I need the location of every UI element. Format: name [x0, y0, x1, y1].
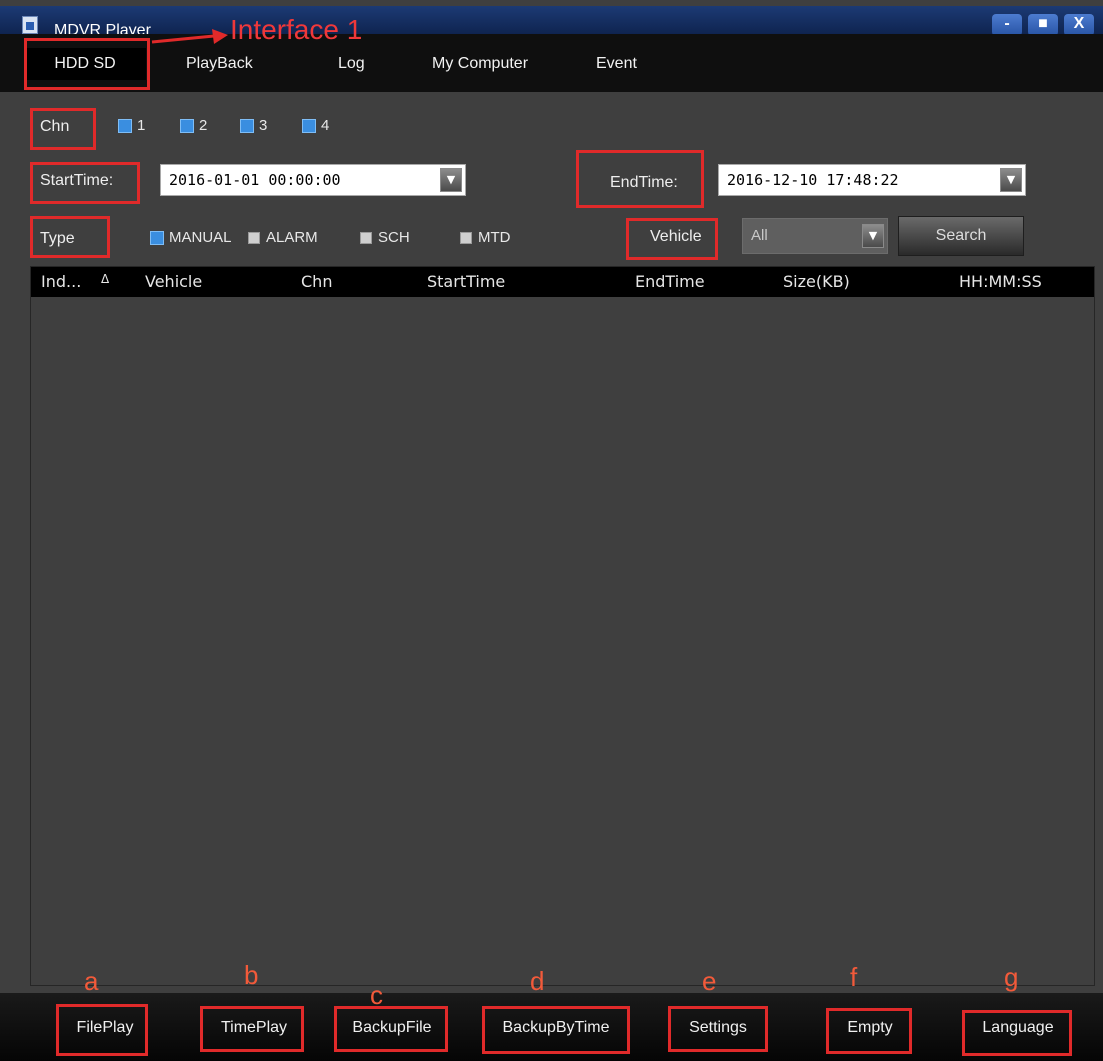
tab-playback[interactable]: PlayBack	[186, 48, 253, 80]
empty-button[interactable]: Empty	[830, 1013, 910, 1043]
type-mtd-checkbox[interactable]	[460, 232, 472, 244]
channel-4-label: 4	[321, 117, 330, 134]
interface-annotation-label: Interface 1	[230, 14, 363, 45]
annotation-letter-d: d	[530, 966, 545, 996]
settings-button[interactable]: Settings	[672, 1013, 764, 1043]
start-time-label: StartTime:	[40, 172, 114, 189]
end-time-value: 2016-12-10 17:48:22	[727, 171, 899, 189]
tab-my-computer[interactable]: My Computer	[432, 48, 528, 80]
minimize-button[interactable]: -	[992, 14, 1022, 36]
channel-3-checkbox[interactable]	[240, 119, 254, 133]
mdvr-player-window: MDVR Player - ■ X HDD SD PlayBack Log My…	[0, 0, 1103, 1061]
column-header-index[interactable]: Ind...	[41, 272, 81, 291]
timeplay-button[interactable]: TimePlay	[206, 1013, 302, 1043]
tab-log[interactable]: Log	[338, 48, 365, 80]
type-sch-checkbox[interactable]	[360, 232, 372, 244]
app-icon	[22, 16, 38, 34]
sort-ascending-icon[interactable]: Δ	[101, 272, 109, 286]
chevron-down-icon[interactable]: ▼	[1000, 168, 1022, 192]
vehicle-label: Vehicle	[650, 228, 702, 245]
type-sch-label: SCH	[378, 229, 410, 246]
annotation-letter-f: f	[850, 962, 858, 992]
search-button[interactable]: Search	[898, 216, 1024, 256]
chevron-down-icon[interactable]: ▼	[862, 224, 884, 248]
channel-1-label: 1	[137, 117, 146, 134]
annotation-letter-c: c	[370, 980, 383, 1010]
tab-event[interactable]: Event	[596, 48, 637, 80]
fileplay-button[interactable]: FilePlay	[62, 1013, 148, 1043]
channel-3-label: 3	[259, 117, 268, 134]
type-manual-checkbox[interactable]	[150, 231, 164, 245]
vehicle-select-value: All	[751, 227, 768, 244]
vehicle-select[interactable]: All ▼	[742, 218, 888, 254]
channel-2-label: 2	[199, 117, 208, 134]
channel-4-checkbox[interactable]	[302, 119, 316, 133]
start-time-picker[interactable]: 2016-01-01 00:00:00 ▼	[160, 164, 466, 196]
column-header-size[interactable]: Size(KB)	[783, 272, 850, 291]
type-label: Type	[40, 230, 75, 247]
column-header-duration[interactable]: HH:MM:SS	[959, 272, 1042, 291]
column-header-vehicle[interactable]: Vehicle	[145, 272, 202, 291]
chevron-down-icon[interactable]: ▼	[440, 168, 462, 192]
channel-2-checkbox[interactable]	[180, 119, 194, 133]
close-button[interactable]: X	[1064, 14, 1094, 36]
annotation-letter-b: b	[244, 960, 259, 990]
annotation-letter-e: e	[702, 966, 717, 996]
maximize-button[interactable]: ■	[1028, 14, 1058, 36]
backupbytime-button[interactable]: BackupByTime	[486, 1013, 626, 1043]
language-button[interactable]: Language	[966, 1013, 1070, 1043]
table-header: Ind... Δ Vehicle Chn StartTime EndTime S…	[31, 267, 1094, 297]
end-time-label: EndTime:	[610, 174, 678, 191]
type-manual-label: MANUAL	[169, 229, 232, 246]
column-header-chn[interactable]: Chn	[301, 272, 332, 291]
annotation-letter-a: a	[84, 966, 99, 996]
recordings-table[interactable]: Ind... Δ Vehicle Chn StartTime EndTime S…	[30, 266, 1095, 986]
annotation-arrow-icon	[151, 29, 228, 44]
type-alarm-checkbox[interactable]	[248, 232, 260, 244]
column-header-endtime[interactable]: EndTime	[635, 272, 705, 291]
type-alarm-label: ALARM	[266, 229, 318, 246]
type-mtd-label: MTD	[478, 229, 511, 246]
annotation-letter-g: g	[1004, 962, 1019, 992]
chn-label: Chn	[40, 118, 70, 135]
tab-hdd-sd[interactable]: HDD SD	[24, 48, 146, 80]
backupfile-button[interactable]: BackupFile	[338, 1013, 446, 1043]
end-time-picker[interactable]: 2016-12-10 17:48:22 ▼	[718, 164, 1026, 196]
column-header-starttime[interactable]: StartTime	[427, 272, 505, 291]
channel-1-checkbox[interactable]	[118, 119, 132, 133]
start-time-value: 2016-01-01 00:00:00	[169, 171, 341, 189]
